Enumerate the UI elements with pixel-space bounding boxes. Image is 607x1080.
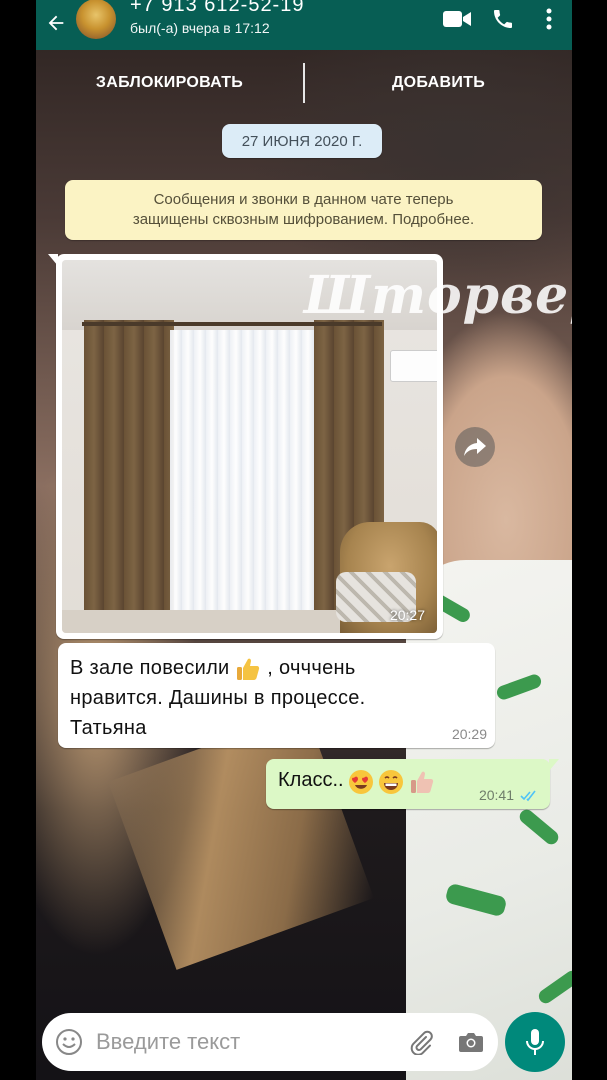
video-call-icon[interactable] (434, 8, 480, 30)
image-message[interactable]: 20:27 (48, 254, 443, 639)
outgoing-message-text: Класс.. (278, 769, 344, 792)
image-message-time: 20:27 (389, 607, 425, 623)
incoming-message-time: 20:29 (451, 726, 487, 742)
message-composer (42, 1013, 498, 1071)
room-photo[interactable]: 20:27 (62, 260, 437, 633)
outgoing-message[interactable]: Класс.. 20:41 (266, 759, 559, 809)
arrow-back-icon[interactable] (36, 12, 76, 38)
tulle (170, 330, 320, 633)
add-contact-button[interactable]: ДОБАВИТЬ (305, 74, 572, 92)
outgoing-message-time: 20:41 (478, 787, 514, 803)
camera-icon[interactable] (444, 1031, 498, 1053)
thumbs-up-emoji (410, 771, 434, 793)
cactus-print (516, 806, 562, 848)
contact-avatar[interactable] (76, 0, 116, 39)
chat-screen: +7 913 612-52-19 был(-а) вчера в 17:12 З… (36, 0, 572, 1080)
incoming-message-text: В зале повесили , очччень нравится. Даши… (70, 653, 481, 743)
last-seen-status: был(-а) вчера в 17:12 (130, 20, 270, 36)
heart-eyes-emoji (349, 770, 374, 794)
contact-info[interactable]: +7 913 612-52-19 был(-а) вчера в 17:12 (130, 0, 434, 37)
wallpaper-hair (108, 710, 374, 970)
date-chip: 27 ИЮНЯ 2020 Г. (222, 124, 382, 158)
incoming-text-part1: В зале повесили (70, 657, 230, 679)
block-button[interactable]: ЗАБЛОКИРОВАТЬ (36, 74, 303, 92)
phone-call-icon[interactable] (480, 7, 526, 31)
air-conditioner (390, 350, 437, 382)
incoming-text-part2: , очччень (267, 657, 356, 679)
encryption-notice[interactable]: Сообщения и звонки в данном чате теперь … (65, 180, 542, 240)
forward-icon[interactable] (455, 427, 495, 467)
cactus-print (536, 968, 572, 1006)
thumbs-up-emoji (237, 658, 260, 680)
curtain-left (84, 320, 174, 633)
mic-button[interactable] (505, 1012, 565, 1072)
cactus-print (444, 882, 508, 918)
message-input[interactable] (96, 1029, 398, 1055)
contact-phone: +7 913 612-52-19 (130, 0, 305, 16)
chat-header: +7 913 612-52-19 был(-а) вчера в 17:12 (36, 0, 572, 50)
incoming-message[interactable]: В зале повесили , очччень нравится. Даши… (58, 643, 495, 748)
read-ticks-icon (520, 790, 536, 802)
cactus-print (494, 672, 544, 702)
curtain-rod (82, 322, 382, 326)
unknown-contact-actions: ЗАБЛОКИРОВАТЬ ДОБАВИТЬ (36, 52, 572, 114)
emoji-icon[interactable] (42, 1028, 96, 1056)
incoming-text-line2: нравится. Дашины в процессе. (70, 687, 366, 709)
encryption-notice-line2: защищены сквозным шифрованием. Подробнее… (132, 211, 475, 228)
attach-icon[interactable] (398, 1029, 444, 1055)
mic-icon (526, 1029, 544, 1055)
encryption-notice-line1: Сообщения и звонки в данном чате теперь (153, 191, 454, 208)
grinning-emoji (379, 770, 404, 794)
incoming-text-line3: Татьяна (70, 717, 147, 739)
more-vert-icon[interactable] (526, 8, 572, 30)
